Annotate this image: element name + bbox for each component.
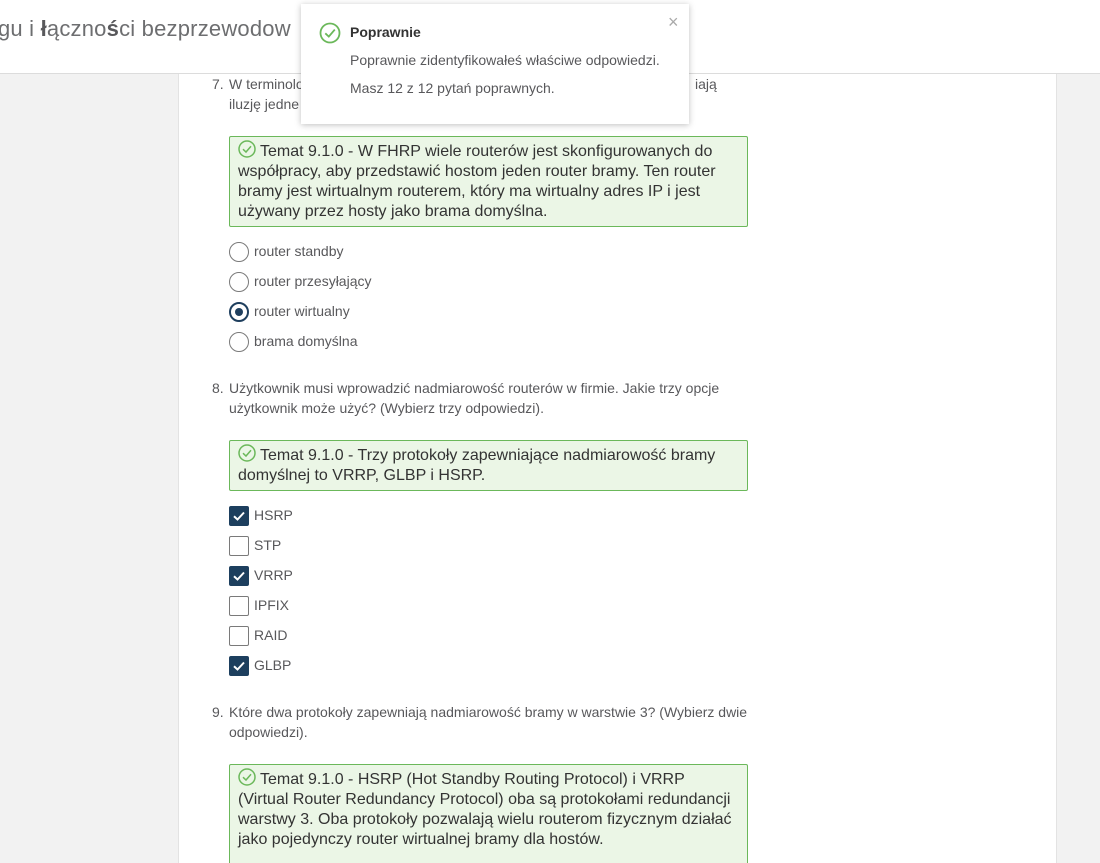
checkbox[interactable] — [229, 626, 249, 646]
checkbox-checked[interactable] — [229, 656, 249, 676]
radio-button[interactable] — [229, 272, 249, 292]
course-title: gu i łączności bezprzewodow — [0, 16, 291, 41]
radio-button-selected[interactable] — [229, 302, 249, 322]
question-text: Użytkownik musi wprowadzić nadmiarowość … — [229, 380, 720, 416]
checkbox-checked[interactable] — [229, 566, 249, 586]
toast-title: Poprawnie — [350, 24, 421, 40]
feedback-correct: Temat 9.1.0 - Trzy protokoły zapewniając… — [229, 440, 748, 491]
radio-button[interactable] — [229, 242, 249, 262]
question-number: 7. — [212, 76, 224, 92]
question-number: 9. — [212, 704, 224, 720]
success-toast: Poprawnie Poprawnie zidentyfikowałeś wła… — [301, 4, 689, 124]
option-checkbox[interactable]: HSRP — [229, 504, 293, 526]
checkbox[interactable] — [229, 596, 249, 616]
toast-message: Poprawnie zidentyfikowałeś właściwe odpo… — [350, 52, 660, 68]
option-checkbox[interactable]: STP — [229, 534, 281, 556]
option-radio[interactable]: router wirtualny — [229, 300, 350, 322]
check-circle-icon — [238, 444, 256, 462]
check-circle-icon — [238, 140, 256, 158]
option-radio[interactable]: router standby — [229, 240, 344, 262]
option-radio[interactable]: router przesyłający — [229, 270, 372, 292]
check-circle-icon — [238, 768, 256, 786]
question-8: 8. Użytkownik musi wprowadzić nadmiarowo… — [212, 378, 752, 418]
check-circle-icon — [319, 22, 341, 44]
feedback-correct: Temat 9.1.0 - HSRP (Hot Standby Routing … — [229, 764, 748, 863]
option-checkbox[interactable]: RAID — [229, 624, 287, 646]
close-icon[interactable]: × — [668, 13, 679, 31]
feedback-correct: Temat 9.1.0 - W FHRP wiele routerów jest… — [229, 136, 748, 227]
option-radio[interactable]: brama domyślna — [229, 330, 358, 352]
question-number: 8. — [212, 380, 224, 396]
toast-score: Masz 12 z 12 pytań poprawnych. — [350, 80, 555, 96]
option-checkbox[interactable]: VRRP — [229, 564, 293, 586]
option-checkbox[interactable]: GLBP — [229, 654, 291, 676]
question-text: Które dwa protokoły zapewniają nadmiarow… — [229, 704, 748, 740]
checkbox[interactable] — [229, 536, 249, 556]
checkbox-checked[interactable] — [229, 506, 249, 526]
option-checkbox[interactable]: IPFIX — [229, 594, 289, 616]
quiz-content: 7. W terminolo iają iluzję jedne Temat 9.… — [178, 74, 1057, 863]
radio-button[interactable] — [229, 332, 249, 352]
question-9: 9. Które dwa protokoły zapewniają nadmia… — [212, 702, 752, 742]
